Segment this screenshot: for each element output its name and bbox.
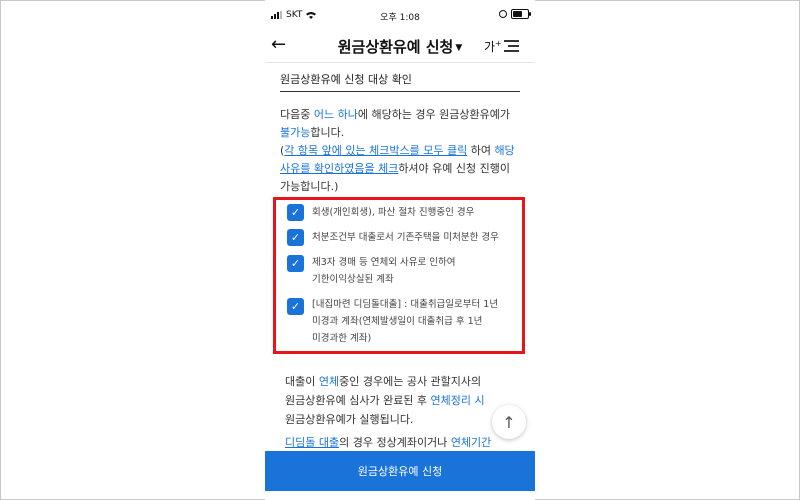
checklist-line: 회생(개인회생), 파산 절차 진행중인 경우	[312, 207, 475, 218]
lower-highlight: 연체	[318, 375, 340, 388]
section-rule	[280, 91, 520, 92]
checkbox-2[interactable]: ✓	[287, 229, 304, 246]
lower-highlight: 연체정리 시	[430, 394, 485, 407]
intro-highlight: 해당	[494, 144, 515, 157]
intro-text: 합니다.	[310, 126, 345, 139]
intro-highlight: 불가능	[280, 126, 311, 139]
font-size-button[interactable]: 가+	[484, 38, 502, 55]
intro-paragraph: 다음중 어느 하나에 해당하는 경우 원금상환유예가 불가능합니다. (각 항목…	[280, 106, 525, 196]
lower-text: 원금상환유예 심사가 완료된 후	[285, 394, 431, 407]
lower-paragraph: 대출이 연체중인 경우에는 공사 관할지사의 원금상환유예 심사가 완료된 후 …	[285, 372, 525, 452]
lower-line: 디딤돌 대출의 경우 정상계좌이거나 연체기간	[285, 433, 525, 452]
scroll-to-top-button[interactable]: ↑	[492, 405, 526, 439]
intro-highlight: 어느 하나	[313, 108, 358, 121]
lower-highlight: 연체기간	[450, 436, 492, 449]
checklist-item-3: 제3자 경매 등 연체외 사유로 인하여 기한이익상실된 계좌	[312, 254, 522, 288]
checklist-line: 처분조건부 대출로서 기존주택을 미처분한 경우	[312, 232, 499, 243]
checklist-item-4: [내집마련 디딤돌대출] : 대출취급일로부터 1년 미경과 계좌(연체발생일이…	[312, 296, 522, 347]
lower-link: 디딤돌 대출	[285, 436, 340, 449]
checkbox-3[interactable]: ✓	[287, 255, 304, 272]
apply-deferral-button[interactable]: 원금상환유예 신청	[265, 451, 535, 491]
arrow-up-icon: ↑	[502, 412, 516, 432]
intro-text: 가능합니다.)	[280, 180, 339, 193]
section-title: 원금상환유예 신청 대상 확인	[280, 73, 412, 86]
check-icon: ✓	[290, 231, 301, 244]
battery-icon	[511, 9, 531, 19]
lower-text: 중인 경우에는 공사 관할지사의	[339, 375, 482, 388]
intro-text: 하여	[467, 144, 495, 157]
checklist-line: 제3자 경매 등 연체외 사유로 인하여	[312, 257, 456, 268]
status-time: 오후 1:08	[380, 13, 420, 23]
intro-link: 각 항목 앞에 있는 체크박스를 모두 클릭	[284, 144, 468, 157]
checklist-line: 미경과한 계좌)	[312, 333, 372, 344]
checklist-line: 미경과 계좌(연체발생일이 대출취급 후 1년	[312, 316, 483, 327]
checklist-line: 기한이익상실된 계좌	[312, 274, 394, 285]
rotation-lock-icon	[499, 10, 507, 18]
status-right	[499, 9, 531, 19]
check-icon: ✓	[290, 300, 301, 313]
font-size-label: 가	[484, 40, 496, 54]
intro-text: 에 해당하는 경우 원금상환유예가	[357, 108, 511, 121]
lower-text: 의 경우 정상계좌이거나	[339, 436, 451, 449]
header-divider	[265, 62, 535, 63]
intro-text: 하셔야 유예 신청 진행이	[398, 162, 511, 175]
intro-text: 다음중	[280, 108, 314, 121]
font-size-plus: +	[495, 39, 502, 48]
lower-text: 대출이	[285, 375, 319, 388]
check-icon: ✓	[290, 206, 301, 219]
checklist-line: [내집마련 디딤돌대출] : 대출취급일로부터 1년	[312, 299, 499, 310]
phone-screen: SKT 오후 1:08 ← 원금상환유예 신청 ▼ 가+ 원금상환유예 신청 대상…	[265, 0, 535, 500]
checklist-item-1: 회생(개인회생), 파산 절차 진행중인 경우	[312, 204, 522, 221]
checklist-item-2: 처분조건부 대출로서 기존주택을 미처분한 경우	[312, 229, 522, 246]
checkbox-1[interactable]: ✓	[287, 204, 304, 221]
intro-link: 사유를 확인하였음을 체크	[280, 162, 399, 175]
dropdown-caret-icon: ▼	[455, 43, 463, 53]
check-icon: ✓	[290, 257, 301, 270]
menu-icon[interactable]	[504, 40, 519, 52]
status-bar: SKT 오후 1:08	[265, 8, 535, 24]
lower-text: 원금상환유예가 실행됩니다.	[285, 413, 414, 426]
app-header: ← 원금상환유예 신청 ▼ 가+	[265, 30, 535, 62]
page-title-text: 원금상환유예 신청	[337, 38, 454, 56]
checkbox-4[interactable]: ✓	[287, 298, 304, 315]
